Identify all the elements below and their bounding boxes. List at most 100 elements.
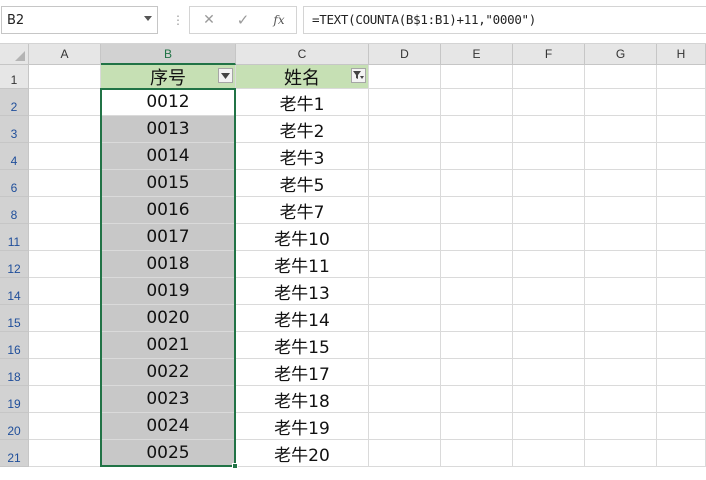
cell-d[interactable] [369,224,441,251]
cell-d[interactable] [369,170,441,197]
cell-e[interactable] [441,440,513,467]
cell-b[interactable]: 序号 [101,65,236,89]
cell-h[interactable] [657,413,706,440]
cell-f[interactable] [513,413,585,440]
cell-d[interactable] [369,305,441,332]
cell-name[interactable]: 老牛10 [236,224,369,251]
column-header-d[interactable]: D [369,44,441,65]
cell-g[interactable] [585,65,657,89]
column-header-g[interactable]: G [585,44,657,65]
cell-a[interactable] [29,413,101,440]
cell-d[interactable] [369,89,441,116]
cell-g[interactable] [585,89,657,116]
cell-f[interactable] [513,251,585,278]
cell-e[interactable] [441,143,513,170]
cell-seq[interactable]: 0012 [101,89,236,116]
cell-a[interactable] [29,224,101,251]
enter-icon[interactable]: ✓ [232,10,254,30]
cell-f[interactable] [513,197,585,224]
cell-d[interactable] [369,440,441,467]
cell-e[interactable] [441,89,513,116]
cell-f[interactable] [513,170,585,197]
cell-seq[interactable]: 0019 [101,278,236,305]
cell-name[interactable]: 老牛17 [236,359,369,386]
row-header[interactable]: 4 [0,143,29,170]
cell-name[interactable]: 老牛2 [236,116,369,143]
cell-f[interactable] [513,359,585,386]
cell-d[interactable] [369,251,441,278]
cell-a[interactable] [29,65,101,89]
row-header[interactable]: 16 [0,332,29,359]
cell-g[interactable] [585,197,657,224]
cell-seq[interactable]: 0017 [101,224,236,251]
cell-h[interactable] [657,116,706,143]
cell-e[interactable] [441,305,513,332]
cell-e[interactable] [441,170,513,197]
cell-name[interactable]: 老牛11 [236,251,369,278]
cell-a[interactable] [29,143,101,170]
cell-e[interactable] [441,65,513,89]
cell-g[interactable] [585,332,657,359]
cell-e[interactable] [441,359,513,386]
cell-h[interactable] [657,197,706,224]
cell-h[interactable] [657,65,706,89]
cell-g[interactable] [585,305,657,332]
cell-g[interactable] [585,143,657,170]
chevron-down-icon[interactable] [144,16,152,21]
cell-d[interactable] [369,197,441,224]
cell-name[interactable]: 老牛14 [236,305,369,332]
select-all-corner[interactable] [0,44,29,65]
name-box[interactable]: B2 [1,6,158,34]
cell-a[interactable] [29,440,101,467]
cell-d[interactable] [369,386,441,413]
cell-a[interactable] [29,332,101,359]
column-header-b[interactable]: B [101,44,236,65]
cell-d[interactable] [369,359,441,386]
cell-name[interactable]: 老牛20 [236,440,369,467]
cell-h[interactable] [657,278,706,305]
cell-f[interactable] [513,143,585,170]
fill-handle[interactable] [232,463,238,469]
cell-g[interactable] [585,251,657,278]
cell-d[interactable] [369,116,441,143]
cell-a[interactable] [29,386,101,413]
cell-name[interactable]: 老牛13 [236,278,369,305]
cell-g[interactable] [585,386,657,413]
cell-h[interactable] [657,89,706,116]
cell-name[interactable]: 老牛18 [236,386,369,413]
cell-g[interactable] [585,116,657,143]
cell-name[interactable]: 老牛19 [236,413,369,440]
cell-h[interactable] [657,224,706,251]
cell-seq[interactable]: 0025 [101,440,236,467]
cell-h[interactable] [657,386,706,413]
cell-seq[interactable]: 0018 [101,251,236,278]
cell-e[interactable] [441,197,513,224]
cell-g[interactable] [585,359,657,386]
row-header[interactable]: 2 [0,89,29,116]
cell-name[interactable]: 老牛7 [236,197,369,224]
cell-f[interactable] [513,116,585,143]
cell-a[interactable] [29,359,101,386]
cell-g[interactable] [585,440,657,467]
cell-d[interactable] [369,278,441,305]
cell-h[interactable] [657,332,706,359]
row-header[interactable]: 11 [0,224,29,251]
cell-f[interactable] [513,65,585,89]
row-header[interactable]: 20 [0,413,29,440]
row-header[interactable]: 18 [0,359,29,386]
row-header[interactable]: 14 [0,278,29,305]
row-header[interactable]: 12 [0,251,29,278]
cell-d[interactable] [369,332,441,359]
cell-f[interactable] [513,332,585,359]
cell-f[interactable] [513,305,585,332]
cell-f[interactable] [513,224,585,251]
row-header[interactable]: 15 [0,305,29,332]
cell-g[interactable] [585,413,657,440]
cell-seq[interactable]: 0022 [101,359,236,386]
row-header[interactable]: 21 [0,440,29,467]
cell-e[interactable] [441,251,513,278]
cell-h[interactable] [657,440,706,467]
cell-e[interactable] [441,386,513,413]
cell-f[interactable] [513,89,585,116]
cell-e[interactable] [441,332,513,359]
